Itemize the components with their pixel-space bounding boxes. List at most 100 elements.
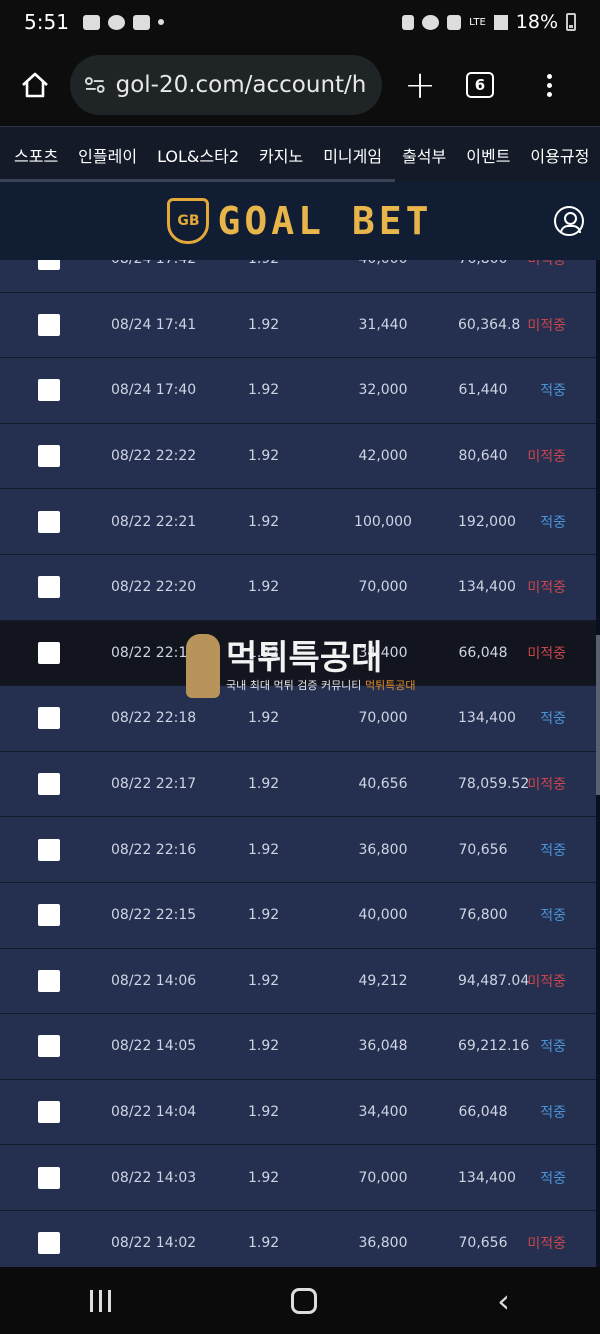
nav-item[interactable]: 출석부 (392, 143, 456, 167)
battery-icon (566, 13, 576, 31)
win-amount: 76,800 (458, 260, 508, 267)
bet-date: 08/24 17:41 (111, 316, 197, 333)
nav-item[interactable]: 이용규정 (520, 143, 599, 167)
bet-date: 08/22 22:21 (111, 513, 197, 530)
bet-date: 08/22 14:03 (111, 1169, 197, 1186)
watermark-title: 먹튀특공대 (226, 638, 383, 678)
nav-item[interactable]: 카지노 (249, 143, 313, 167)
table-row: 08/22 22:15 1.92 40,000 76,800 적중 (0, 882, 596, 949)
win-amount: 192,000 (458, 513, 516, 530)
bet-odds: 1.92 (248, 382, 280, 399)
nav-item[interactable]: 이벤트 (456, 143, 520, 167)
bet-amount: 40,000 (308, 260, 458, 267)
row-checkbox[interactable] (38, 707, 60, 730)
bet-date: 08/22 22:22 (111, 448, 197, 465)
table-row: 08/22 22:16 1.92 36,800 70,656 적중 (0, 817, 596, 883)
lock-icon (402, 14, 415, 30)
talk-icon (107, 14, 125, 30)
bet-amount: 40,000 (358, 907, 408, 924)
bet-result: 적중 (540, 383, 566, 400)
tab-switcher-button[interactable]: 6 (466, 72, 494, 98)
row-checkbox[interactable] (38, 773, 60, 796)
status-time: 5:51 (24, 10, 69, 34)
nav-item[interactable]: 스포츠 (0, 143, 68, 167)
row-checkbox[interactable] (38, 1035, 60, 1058)
bet-amount: 31,440 (358, 316, 408, 333)
bet-result: 미적중 (527, 1236, 566, 1253)
menu-dot-icon (546, 73, 552, 79)
table-row: 08/22 22:21 1.92 100,000 192,000 적중 (0, 489, 596, 555)
bet-odds: 1.92 (248, 776, 280, 793)
row-checkbox[interactable] (38, 904, 60, 927)
row-checkbox[interactable] (38, 641, 60, 664)
row-checkbox[interactable] (38, 313, 60, 336)
home-button[interactable] (0, 44, 70, 126)
site-logo[interactable]: GB GOAL BET (167, 198, 432, 244)
table-row: 08/22 14:04 1.92 34,400 66,048 적중 (0, 1079, 596, 1146)
recent-apps-icon[interactable] (90, 1289, 112, 1312)
bet-result: 미적중 (527, 973, 566, 990)
bet-odds: 1.92 (248, 1169, 280, 1186)
nav-item[interactable]: 인플레이 (68, 143, 147, 167)
bet-date: 08/22 14:04 (111, 1104, 197, 1121)
alarm-icon (422, 14, 440, 30)
row-checkbox[interactable] (38, 838, 60, 861)
table-row: 08/22 14:05 1.92 36,048 69,212.16 적중 (0, 1014, 596, 1080)
bet-odds: 1.92 (248, 841, 280, 858)
menu-dot-icon (546, 82, 552, 88)
bet-odds: 1.92 (248, 513, 280, 530)
row-checkbox[interactable] (38, 1166, 60, 1189)
bet-history-rows: 08/24 17:421.9240,00076,800미적중08/24 17:4… (0, 260, 596, 1267)
bet-amount: 40,656 (358, 776, 408, 793)
table-row: 08/22 22:22 1.92 42,000 80,640 미적중 (0, 423, 596, 490)
bet-odds: 1.92 (248, 1038, 280, 1055)
bet-odds: 1.92 (248, 1235, 280, 1252)
scrollbar[interactable] (596, 635, 600, 795)
row-checkbox[interactable] (38, 1232, 60, 1255)
logo-badge-icon: GB (167, 198, 210, 244)
home-nav-icon[interactable] (291, 1287, 318, 1314)
menu-dot-icon (546, 91, 552, 97)
bet-date: 08/22 22:20 (111, 579, 197, 596)
bet-date: 08/22 14:02 (111, 1235, 197, 1252)
nav-item[interactable]: LOL&스타2 (147, 143, 249, 167)
bet-odds: 1.92 (248, 316, 280, 333)
address-bar[interactable]: gol-20.com/account/hi (70, 55, 382, 115)
row-checkbox[interactable] (38, 969, 60, 992)
user-account-icon[interactable] (554, 206, 584, 236)
bet-amount: 70,000 (358, 710, 408, 727)
notification-icons (82, 14, 164, 30)
table-row: 08/22 22:17 1.92 40,656 78,059.52 미적중 (0, 751, 596, 818)
new-tab-button[interactable]: + (382, 63, 458, 107)
browser-menu-button[interactable] (514, 73, 584, 97)
bet-amount: 70,000 (358, 1169, 408, 1186)
bet-amount: 36,800 (358, 1235, 408, 1252)
bet-odds: 1.92 (248, 907, 280, 924)
row-checkbox[interactable] (38, 445, 60, 468)
bet-result: 적중 (540, 514, 566, 531)
row-checkbox[interactable] (38, 576, 60, 599)
back-icon[interactable]: ‹ (497, 1282, 510, 1320)
bet-odds: 1.92 (248, 448, 280, 465)
nav-item[interactable]: 미니게임 (313, 143, 392, 167)
row-checkbox[interactable] (38, 1101, 60, 1124)
browser-toolbar: gol-20.com/account/hi + 6 (0, 44, 600, 126)
watermark-subtitle-highlight: 먹튀특공대 (364, 679, 416, 692)
mute-icon (447, 14, 462, 30)
bet-result: 미적중 (527, 317, 566, 334)
bet-result: 적중 (540, 908, 566, 925)
row-checkbox[interactable] (38, 379, 60, 402)
bet-amount: 42,000 (358, 448, 408, 465)
win-amount: 61,440 (458, 382, 508, 399)
win-amount: 70,656 (458, 841, 508, 858)
row-checkbox[interactable] (38, 510, 60, 533)
win-amount: 69,212.16 (458, 1038, 530, 1055)
bet-odds: 1.92 (248, 579, 280, 596)
row-checkbox[interactable] (38, 260, 60, 271)
site-header: GB GOAL BET (0, 182, 600, 260)
bet-result: 미적중 (527, 645, 566, 662)
win-amount: 94,487.04 (458, 972, 530, 989)
watermark-subtitle: 국내 최대 먹튀 검증 커뮤니티 먹튀특공대 (226, 677, 416, 693)
table-row: 08/24 17:41 1.92 31,440 60,364.8 미적중 (0, 292, 596, 359)
table-row: 08/22 14:02 1.92 36,800 70,656 미적중 (0, 1210, 596, 1267)
